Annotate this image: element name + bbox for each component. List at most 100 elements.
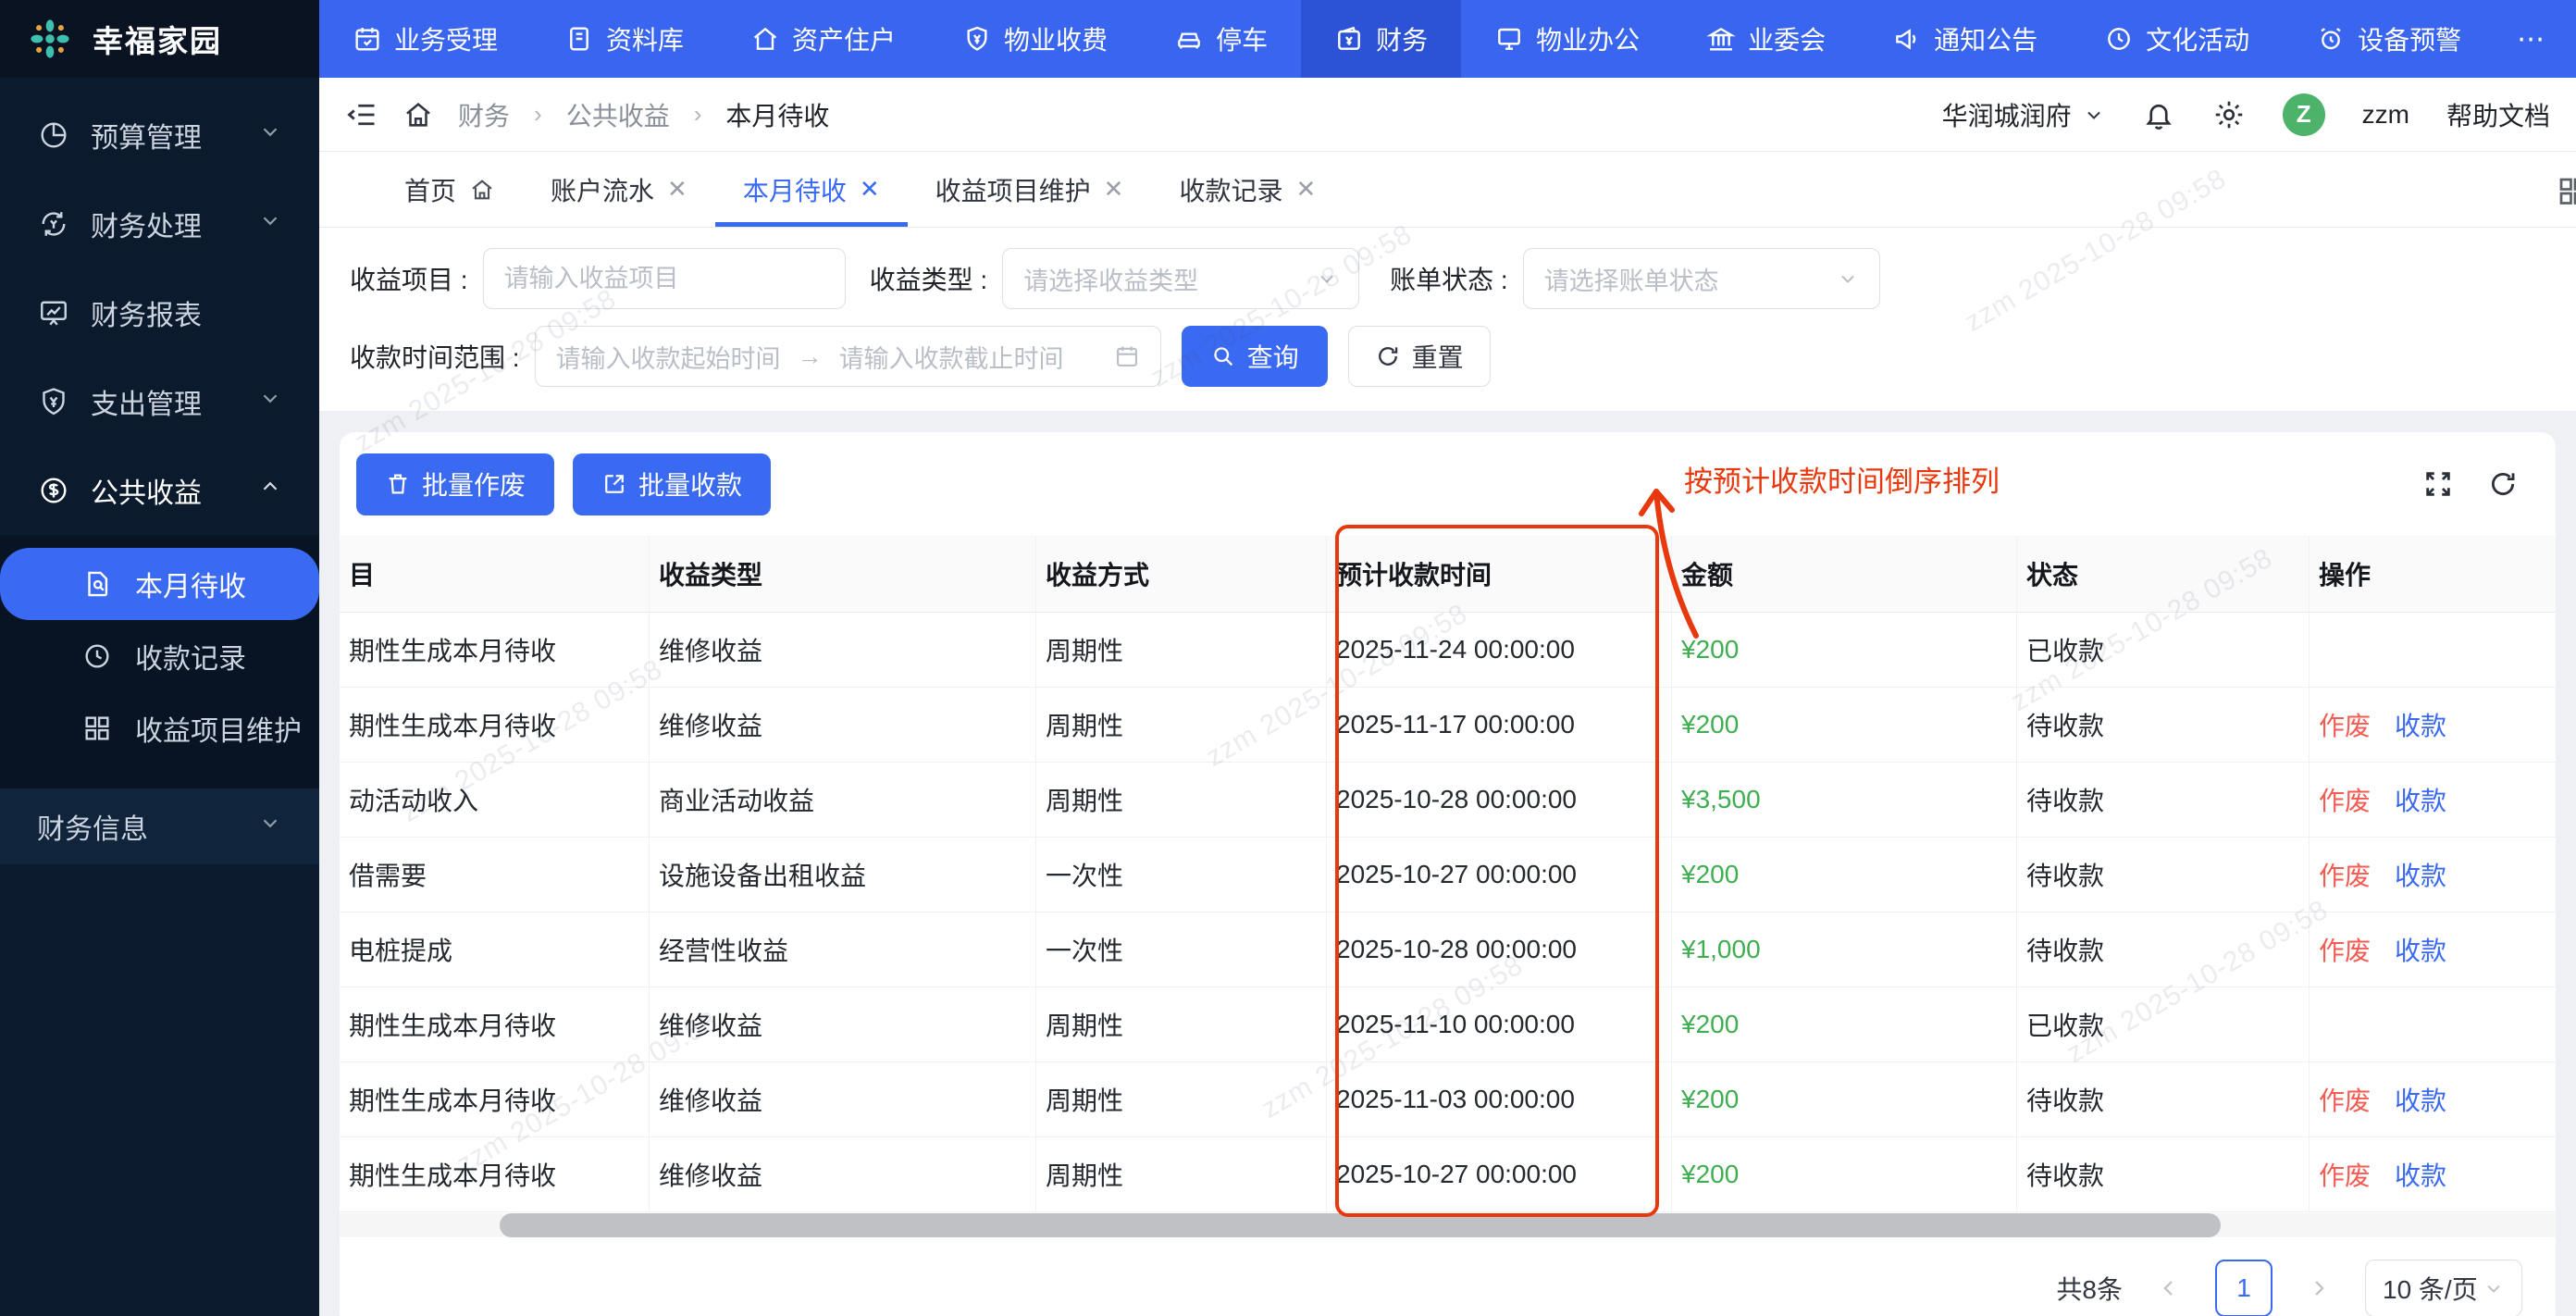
tab-income-project-maintain[interactable]: 收益项目维护 ✕ [908, 152, 1152, 227]
tab-list-grid-icon[interactable] [2556, 174, 2576, 207]
calendar-check-icon [353, 24, 382, 54]
trash-icon [385, 471, 411, 497]
sidebar-item-collection-records[interactable]: 收款记录 [0, 620, 319, 692]
void-link[interactable]: 作废 [2319, 781, 2371, 818]
nav-item-fees[interactable]: 物业收费 [929, 0, 1141, 78]
sidebar-item-expense[interactable]: 支出管理 [0, 357, 319, 446]
cell-status: 待收款 [2017, 838, 2310, 912]
chevron-down-icon [258, 811, 282, 842]
bill-status-select[interactable]: 请选择账单状态 [1522, 248, 1880, 309]
collect-link[interactable]: 收款 [2395, 1156, 2446, 1193]
top-nav-items: 业务受理 资料库 资产住户 物业收费 停车 财务 物业办公 业委会 通知公告 文… [319, 0, 2576, 78]
clock-icon [81, 640, 113, 672]
filter-range-label: 收款时间范围 : [350, 343, 520, 372]
home-icon[interactable] [402, 99, 434, 130]
void-link[interactable]: 作废 [2319, 706, 2371, 743]
nav-item-committee[interactable]: 业委会 [1673, 0, 1859, 78]
close-icon[interactable]: ✕ [860, 175, 880, 204]
nav-item-label: 物业收费 [1004, 26, 1108, 55]
export-icon [601, 471, 627, 497]
collect-link[interactable]: 收款 [2395, 1081, 2446, 1118]
nav-item-notice[interactable]: 通知公告 [1859, 0, 2071, 78]
nav-item-assets[interactable]: 资产住户 [717, 0, 929, 78]
next-page-button[interactable] [2300, 1275, 2337, 1301]
batch-collect-button[interactable]: 批量收款 [573, 453, 772, 515]
col-status: 状态 [2017, 536, 2310, 612]
nav-item-finance[interactable]: 财务 [1301, 0, 1462, 78]
cell-expected-time: 2025-10-28 00:00:00 [1327, 913, 1672, 987]
sidebar-item-month-receivable[interactable]: 本月待收 [0, 548, 319, 620]
nav-item-label: 资产住户 [792, 26, 897, 55]
void-link[interactable]: 作废 [2319, 1156, 2371, 1193]
date-range-input[interactable]: 请输入收款起始时间 → 请输入收款截止时间 [534, 326, 1161, 387]
card-toolbar: 批量作废 批量收款 [340, 432, 2556, 536]
refresh-icon[interactable] [2487, 468, 2519, 500]
income-type-select[interactable]: 请选择收益类型 [1002, 248, 1360, 309]
col-amount: 金额 [1672, 536, 2017, 612]
nav-item-culture[interactable]: 文化活动 [2071, 0, 2283, 78]
sidebar-item-label: 公共收益 [91, 478, 202, 509]
close-icon[interactable]: ✕ [1104, 175, 1124, 204]
prev-page-button[interactable] [2150, 1275, 2187, 1301]
sidebar-item-finance-info[interactable]: 财务信息 [0, 788, 319, 864]
nav-item-label: 业委会 [1748, 26, 1827, 55]
nav-more-button[interactable]: ⋯ [2495, 0, 2570, 78]
cell-operations: 作废 收款 [2310, 1062, 2556, 1136]
breadcrumb-bar: 财务 › 公共收益 › 本月待收 华润城润府 Z zzm 帮助文档 [319, 78, 2576, 152]
close-icon[interactable]: ✕ [667, 175, 687, 204]
breadcrumb-item[interactable]: 财务 [458, 96, 510, 133]
cell-expected-time: 2025-11-10 00:00:00 [1327, 987, 1672, 1061]
reset-button[interactable]: 重置 [1347, 326, 1491, 387]
project-input[interactable] [503, 264, 824, 293]
nav-item-alerts[interactable]: 设备预警 [2283, 0, 2495, 78]
void-link[interactable]: 作废 [2319, 931, 2371, 968]
chevron-down-icon [258, 208, 282, 240]
avatar[interactable]: Z [2282, 93, 2325, 136]
search-button[interactable]: 查询 [1181, 326, 1328, 387]
collect-link[interactable]: 收款 [2395, 931, 2446, 968]
logo-area: 幸福家园 [0, 0, 319, 78]
batch-collect-label: 批量收款 [638, 471, 743, 500]
page-number-button[interactable]: 1 [2215, 1260, 2273, 1316]
nav-item-business[interactable]: 业务受理 [319, 0, 531, 78]
cell-income-method: 周期性 [1036, 987, 1327, 1061]
tab-collection-records[interactable]: 收款记录 ✕ [1151, 152, 1344, 227]
tab-month-receivable[interactable]: 本月待收 ✕ [714, 152, 908, 227]
nav-item-library[interactable]: 资料库 [531, 0, 717, 78]
breadcrumb-item[interactable]: 公共收益 [566, 96, 670, 133]
void-link[interactable]: 作废 [2319, 856, 2371, 893]
sidebar-collapse-icon[interactable] [345, 98, 378, 131]
tab-label: 首页 [404, 176, 457, 205]
sidebar-item-income-project-maintain[interactable]: 收益项目维护 [0, 692, 319, 764]
project-switcher[interactable]: 华润城润府 [1942, 96, 2105, 133]
nav-item-label: 物业办公 [1536, 26, 1641, 55]
annotation-sort-note: 按预计收款时间倒序排列 [1684, 466, 2000, 498]
tab-account-flow[interactable]: 账户流水 ✕ [523, 152, 715, 227]
close-icon[interactable]: ✕ [1295, 175, 1316, 204]
collect-link[interactable]: 收款 [2395, 856, 2446, 893]
page-size-select[interactable]: 10 条/页 [2365, 1260, 2522, 1316]
tab-home[interactable]: 首页 [377, 152, 523, 227]
cell-operations: 作废 收款 [2310, 913, 2556, 987]
sidebar-item-budget[interactable]: 预算管理 [0, 91, 319, 180]
breadcrumb-separator: › [693, 100, 702, 128]
chevron-down-icon [2483, 1277, 2505, 1299]
sidebar-item-finance-report[interactable]: 财务报表 [0, 268, 319, 357]
collect-link[interactable]: 收款 [2395, 706, 2446, 743]
horizontal-scrollbar-thumb[interactable] [500, 1213, 2221, 1237]
cell-operations: 作废 收款 [2310, 688, 2556, 762]
data-card: 批量作废 批量收款 目 收益类型 收益方式 预计收款时间 金额 状态 操作 期性… [340, 432, 2556, 1316]
collect-link[interactable]: 收款 [2395, 781, 2446, 818]
sidebar-item-finance-process[interactable]: 财务处理 [0, 180, 319, 268]
sidebar-item-public-income[interactable]: 公共收益 [0, 446, 319, 535]
void-link[interactable]: 作废 [2319, 1081, 2371, 1118]
batch-void-button[interactable]: 批量作废 [356, 453, 555, 515]
cell-income-type: 维修收益 [650, 688, 1036, 762]
nav-item-parking[interactable]: 停车 [1141, 0, 1301, 78]
help-doc-link[interactable]: 帮助文档 [2446, 96, 2550, 133]
nav-item-office[interactable]: 物业办公 [1461, 0, 1673, 78]
bell-icon[interactable] [2142, 98, 2175, 131]
filter-status-label: 账单状态 : [1390, 266, 1508, 294]
gear-icon[interactable] [2212, 98, 2246, 131]
fullscreen-icon[interactable] [2422, 468, 2454, 500]
